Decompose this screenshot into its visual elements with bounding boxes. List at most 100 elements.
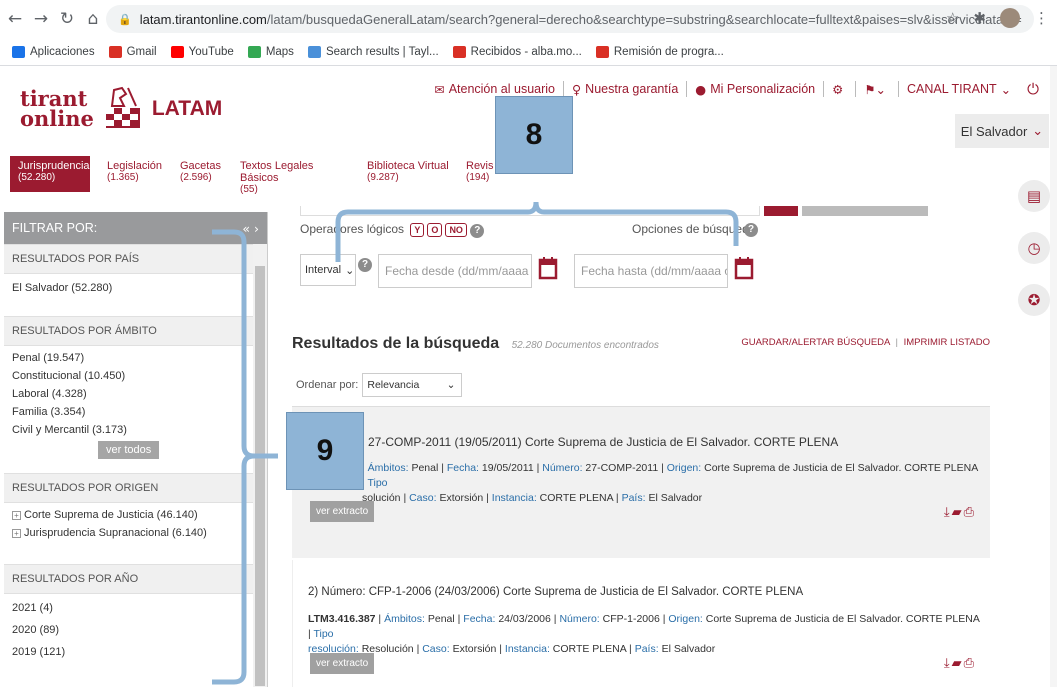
result-title[interactable]: 2) Número: CFP-1-2006 (24/03/2006) Corte… [308, 586, 803, 598]
help-lifebuoy-icon[interactable]: ✪ [1018, 284, 1050, 316]
lock-icon: 🔒 [118, 12, 132, 26]
extensions-icon[interactable]: ✱ [973, 9, 986, 27]
bookmark-youtube[interactable]: YouTube [170, 45, 234, 58]
sort-select[interactable]: Relevancia ⌄ [362, 373, 463, 397]
filter-item[interactable]: Penal (19.547) [4, 346, 254, 367]
filter-item[interactable]: + Jurisprudencia Supranacional (6.140) [4, 524, 254, 542]
profile-avatar[interactable] [1000, 8, 1020, 28]
forward-icon[interactable]: → [30, 8, 52, 30]
bookmark-remision[interactable]: Remisión de progra... [595, 45, 724, 58]
calendar-icon[interactable] [538, 256, 558, 280]
channel-menu[interactable]: CANAL TIRANT [907, 82, 997, 96]
menu-icon[interactable]: ⋮ [1034, 9, 1049, 27]
filter-item[interactable]: + Corte Suprema de Justicia (46.140) [4, 503, 254, 524]
callout-8: 8 [495, 96, 573, 174]
filter-item[interactable]: Constitucional (10.450) [4, 367, 254, 385]
bookmark-inbox[interactable]: Recibidos - alba.mo... [452, 45, 582, 58]
country-selector[interactable]: El Salvador ⌄ [955, 114, 1049, 148]
guarantee-icon: ♀ [572, 81, 582, 97]
attention-link[interactable]: Atención al usuario [449, 82, 555, 96]
tab-textos-legales[interactable]: Textos Legales Básicos (55) [240, 156, 350, 195]
help-icon[interactable]: ? [358, 258, 372, 272]
reload-icon[interactable]: ↻ [56, 8, 78, 30]
folder-icon[interactable]: ▰ [952, 656, 964, 671]
tab-biblioteca-virtual[interactable]: Biblioteca Virtual (9.287) [367, 156, 457, 192]
tab-jurisprudencia[interactable]: Jurisprudencia (52.280) [10, 156, 90, 192]
collapse-icon[interactable]: « › [242, 221, 259, 236]
address-bar[interactable]: 🔒 latam.tirantonline.com/latam/busquedaG… [106, 5, 1034, 33]
results-title: Resultados de la búsqueda [292, 335, 500, 352]
divider [855, 81, 857, 97]
chevron-down-icon: ⌄ [1000, 81, 1012, 97]
search-options-link[interactable]: Opciones de búsqueda [632, 222, 755, 236]
print-list-link[interactable]: IMPRIMIR LISTADO [904, 337, 990, 348]
filter-item[interactable]: 2021 (4) [4, 594, 254, 617]
logical-operators-row: Operadores lógicos Y O NO ? Opciones de bú… [300, 222, 760, 242]
result-title[interactable]: 27-COMP-2011 (19/05/2011) Corte Suprema … [368, 435, 838, 449]
filter-item[interactable]: 2020 (89) [4, 617, 254, 639]
page-scrollbar[interactable] [1050, 66, 1057, 687]
help-icon[interactable]: ? [470, 224, 485, 238]
chevron-down-icon: ⌄ [446, 379, 456, 391]
result-meta: LTM3.416.387 | Ámbitos: Penal | Fecha: 2… [308, 613, 980, 655]
result-item: 2) Número: CFP-1-2006 (24/03/2006) Corte… [292, 560, 990, 687]
print-icon[interactable]: ⎙ [964, 656, 976, 671]
logical-ops-label: Operadores lógicos [300, 222, 405, 236]
mail-icon: ✉ [434, 81, 445, 97]
date-from-input[interactable]: Fecha desde (dd/mm/aaaa o [378, 254, 532, 288]
power-icon[interactable]: ⏻ [1027, 80, 1039, 98]
search-button[interactable] [764, 206, 798, 216]
filter-group-origin: RESULTADOS POR ORIGEN [4, 473, 254, 503]
sidebar-scrollbar[interactable] [253, 244, 267, 687]
see-all-button[interactable]: ver todos [98, 441, 160, 459]
bookmark-search-results[interactable]: Search results | Tayl... [307, 45, 439, 58]
gear-icon[interactable]: ⚙ [832, 82, 843, 97]
result-item: 27-COMP-2011 (19/05/2011) Corte Suprema … [292, 406, 990, 558]
op-and-button[interactable]: Y [410, 223, 425, 237]
download-icon[interactable]: ⤓ [944, 656, 952, 671]
back-icon[interactable]: ← [4, 8, 26, 30]
filter-group-scope: RESULTADOS POR ÁMBITO [4, 316, 254, 346]
op-or-button[interactable]: O [427, 223, 443, 237]
bookmarks-bar: Aplicaciones Gmail YouTube Maps Search r… [0, 38, 1057, 66]
view-extract-button[interactable]: ver extracto [310, 653, 375, 674]
star-icon[interactable]: ☆ [946, 9, 959, 27]
history-icon[interactable]: ◷ [1018, 232, 1050, 264]
site-logo[interactable]: tirant online LATAM [20, 86, 222, 132]
download-icon[interactable]: ⤓ [944, 505, 952, 520]
scrollbar-thumb[interactable] [255, 266, 265, 686]
flag-icon[interactable]: ⚑⌄ [864, 82, 886, 97]
expand-icon[interactable]: + [12, 511, 21, 520]
calendar-icon[interactable] [734, 256, 754, 280]
filter-header: FILTRAR POR: « › [4, 212, 267, 244]
date-to-input[interactable]: Fecha hasta (dd/mm/aaaa o [574, 254, 728, 288]
filter-item[interactable]: Civil y Mercantil (3.173) [4, 421, 254, 439]
help-icon[interactable]: ? [744, 223, 758, 237]
bookmark-gmail[interactable]: Gmail [108, 45, 157, 58]
interval-select[interactable]: Interval ⌄ [300, 254, 356, 286]
view-extract-button[interactable]: ver extracto [310, 501, 375, 522]
tab-gacetas[interactable]: Gacetas (2.596) [180, 156, 230, 192]
guarantee-link[interactable]: Nuestra garantía [585, 82, 678, 96]
advanced-search-button[interactable] [802, 206, 928, 216]
bookmark-apps[interactable]: Aplicaciones [12, 45, 95, 58]
results-actions: GUARDAR/ALERTAR BÚSQUEDA | IMPRIMIR LIST… [741, 337, 990, 348]
filter-item[interactable]: El Salvador (52.280) [4, 274, 254, 310]
tab-legislacion[interactable]: Legislación (1.365) [107, 156, 167, 192]
sort-row: Ordenar por: Relevancia ⌄ [296, 372, 496, 398]
search-input[interactable] [300, 206, 760, 216]
youtube-icon [170, 45, 184, 58]
filter-item[interactable]: 2019 (121) [4, 639, 254, 661]
filter-item[interactable]: Familia (3.354) [4, 403, 254, 421]
home-icon[interactable]: ⌂ [82, 8, 104, 30]
op-not-button[interactable]: NO [445, 223, 467, 237]
save-alert-link[interactable]: GUARDAR/ALERTAR BÚSQUEDA [741, 337, 890, 348]
expand-icon[interactable]: + [12, 529, 21, 538]
browser-toolbar: ← → ↻ ⌂ 🔒 latam.tirantonline.com/latam/b… [0, 0, 1057, 38]
news-icon[interactable]: ▤ [1018, 180, 1050, 212]
filter-item[interactable]: Laboral (4.328) [4, 385, 254, 403]
personalization-link[interactable]: Mi Personalización [710, 82, 815, 96]
folder-icon[interactable]: ▰ [952, 505, 964, 520]
print-icon[interactable]: ⎙ [964, 505, 976, 520]
bookmark-maps[interactable]: Maps [247, 45, 294, 58]
